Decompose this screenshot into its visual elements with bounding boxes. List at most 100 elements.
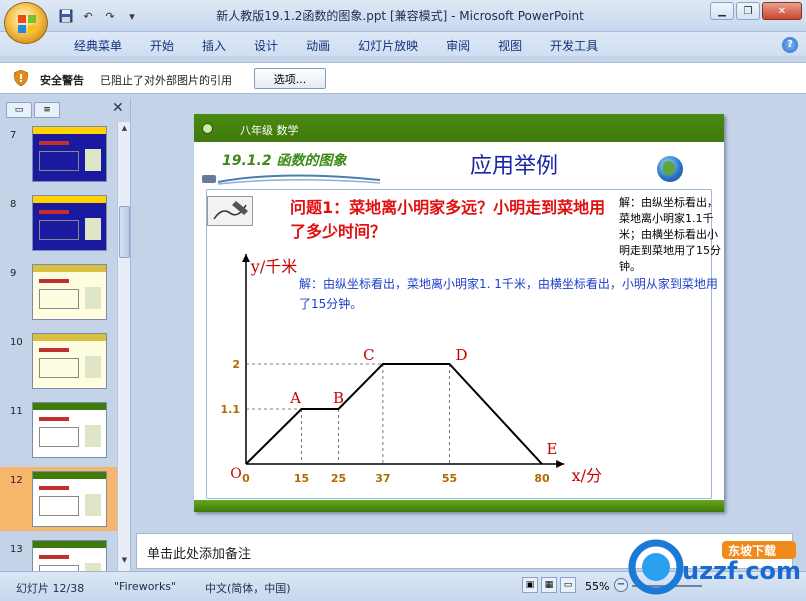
x-axis-arrow: [556, 460, 565, 468]
thumbnail-scrollbar[interactable]: ▲ ▼: [117, 122, 130, 571]
x-tick-label: 37: [375, 472, 390, 485]
security-warning-bar: 安全警告 已阻止了对外部图片的引用 选项...: [0, 62, 806, 94]
slide-header-band: 八年级 数学: [194, 114, 724, 142]
slide-sorter-icon[interactable]: ▦: [541, 577, 557, 593]
slide-counter: 幻灯片 12/38: [16, 582, 85, 595]
thumbnail-number: 11: [10, 406, 23, 417]
tab-review[interactable]: 审阅: [432, 35, 484, 56]
thumbnail-preview: [32, 402, 107, 458]
tab-animation[interactable]: 动画: [292, 35, 344, 56]
ribbon-tabs: 经典菜单 开始 插入 设计 动画 幻灯片放映 审阅 视图 开发工具 ?: [0, 32, 806, 56]
globe-icon: [657, 156, 683, 182]
tab-slideshow[interactable]: 幻灯片放映: [344, 35, 432, 56]
tab-classic-menu[interactable]: 经典菜单: [60, 35, 136, 56]
thumbnail-preview: [32, 471, 107, 527]
play-icon: [202, 123, 213, 134]
options-button[interactable]: 选项...: [254, 68, 326, 89]
x-tick-label: 25: [331, 472, 346, 485]
point-label-c: C: [363, 346, 374, 364]
svg-text:东坡下载: 东坡下载: [728, 543, 776, 558]
save-icon[interactable]: [58, 8, 74, 24]
scroll-thumb[interactable]: [119, 206, 130, 258]
swoosh-decoration: [202, 174, 381, 185]
tab-view[interactable]: 视图: [484, 35, 536, 56]
y-axis-arrow: [242, 254, 250, 262]
slide-thumbnail-7[interactable]: 7: [0, 122, 118, 186]
outline-tab[interactable]: ≡: [34, 102, 60, 118]
graph-line: [245, 363, 543, 465]
quick-access-toolbar: ↶ ↷ ▾: [58, 6, 140, 26]
scroll-down-icon[interactable]: ▼: [119, 556, 130, 568]
y-axis-label: y/千米: [250, 257, 297, 276]
close-panel-icon[interactable]: ✕: [112, 100, 124, 116]
grade-subject: 八年级 数学: [240, 124, 299, 137]
slides-panel: ▭ ≡ ✕ 7 8 9 10 11 12 13 ▲ ▼: [0, 98, 131, 571]
pen-writing-icon: [207, 196, 253, 226]
title-bar: ↶ ↷ ▾ 新人教版19.1.2函数的图象.ppt [兼容模式] - Micro…: [0, 0, 806, 32]
office-logo-icon: [18, 15, 36, 33]
slide-thumbnail-10[interactable]: 10: [0, 329, 118, 393]
slide-thumbnail-9[interactable]: 9: [0, 260, 118, 324]
slide-edit-area: 八年级 数学 19.1.2 函数的图象 应用举例 问题1：菜地离小明家多远？小明…: [136, 98, 793, 530]
window-title: 新人教版19.1.2函数的图象.ppt [兼容模式] - Microsoft P…: [216, 9, 584, 23]
point-label-e: E: [547, 440, 558, 458]
thumbnail-number: 9: [10, 268, 17, 279]
thumbnail-number: 7: [10, 130, 17, 141]
maximize-button[interactable]: ❐: [736, 2, 760, 20]
x-tick-label: 0: [242, 472, 250, 485]
slideshow-view-icon[interactable]: ▭: [560, 577, 576, 593]
answer-text: 解：由纵坐标看出，菜地离小明家1. 1千米，由横坐标看出，小明从家到菜地用了15…: [299, 277, 718, 311]
x-tick-label: 80: [534, 472, 550, 485]
slide-footer-band: [194, 500, 724, 512]
tab-design[interactable]: 设计: [240, 35, 292, 56]
point-label-a: A: [289, 389, 301, 407]
normal-view-icon[interactable]: ▣: [522, 577, 538, 593]
slide-thumbnail-11[interactable]: 11: [0, 398, 118, 462]
theme-name: "Fireworks": [114, 580, 177, 593]
thumbnail-preview: [32, 195, 107, 251]
slides-tab[interactable]: ▭: [6, 102, 32, 118]
thumbnail-number: 10: [10, 337, 23, 348]
thumbnail-number: 8: [10, 199, 17, 210]
tab-home[interactable]: 开始: [136, 35, 188, 56]
x-tick-label: 55: [442, 472, 457, 485]
thumbnail-number: 13: [10, 544, 23, 555]
undo-icon[interactable]: ↶: [80, 8, 96, 24]
thumbnail-preview: [32, 333, 107, 389]
uzzf-watermark-logo: uzzf.com 东坡下载: [628, 539, 801, 595]
redo-icon[interactable]: ↷: [102, 8, 118, 24]
security-label: 安全警告: [40, 74, 84, 87]
y-tick-label: 1.1: [221, 403, 241, 416]
overlay-note-text: 解：由纵坐标看出，菜地离小明家1.1千米；由横坐标看出小明走到菜地用了15分钟。: [619, 196, 721, 273]
origin-label: O: [230, 466, 241, 482]
thumbnail-preview: [32, 540, 107, 571]
close-button[interactable]: ✕: [762, 2, 802, 20]
customize-icon[interactable]: ▾: [124, 8, 140, 24]
slide-canvas[interactable]: 八年级 数学 19.1.2 函数的图象 应用举例 问题1：菜地离小明家多远？小明…: [194, 114, 724, 512]
x-tick-label: 15: [294, 472, 309, 485]
slide-thumbnail-13[interactable]: 13: [0, 536, 118, 571]
slide-thumbnail-8[interactable]: 8: [0, 191, 118, 255]
thumbnail-number: 12: [10, 475, 23, 486]
office-button[interactable]: [4, 2, 48, 44]
language-status[interactable]: 中文(简体，中国): [205, 580, 291, 596]
section-title: 19.1.2 函数的图象: [222, 153, 347, 169]
slide-thumbnail-12[interactable]: 12: [0, 467, 118, 531]
window-controls: ▁ ❐ ✕: [710, 2, 802, 20]
tab-developer[interactable]: 开发工具: [536, 35, 612, 56]
help-icon[interactable]: ?: [782, 37, 798, 53]
scroll-up-icon[interactable]: ▲: [119, 124, 130, 136]
svg-text:uzzf.com: uzzf.com: [682, 557, 801, 585]
notes-placeholder: 单击此处添加备注: [147, 547, 252, 562]
slide-title: 应用举例: [470, 154, 559, 179]
zoom-level[interactable]: 55%: [585, 580, 609, 593]
point-label-d: D: [455, 346, 467, 364]
minimize-button[interactable]: ▁: [710, 2, 734, 20]
thumbnail-preview: [32, 264, 107, 320]
point-label-b: B: [333, 389, 344, 407]
question-text: 问题1：菜地离小明家多远？小明走到菜地用了多少时间？: [290, 198, 606, 241]
tab-insert[interactable]: 插入: [188, 35, 240, 56]
shield-icon: [14, 70, 28, 86]
security-message: 已阻止了对外部图片的引用: [100, 74, 232, 87]
thumbnail-preview: [32, 126, 107, 182]
